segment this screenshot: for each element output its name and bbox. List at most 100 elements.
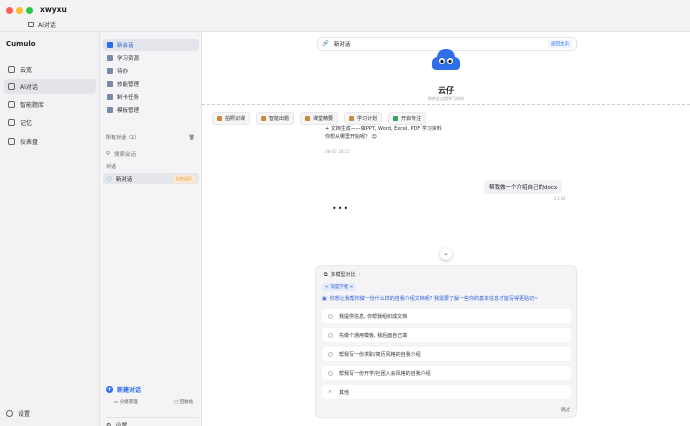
mid-nav-resources[interactable]: 学习资源	[103, 52, 199, 64]
notes-icon	[305, 116, 311, 121]
folder-icon	[8, 119, 15, 126]
close-icon: ×	[328, 389, 333, 395]
checklist-icon	[107, 68, 113, 74]
settings-label: 设置	[18, 411, 31, 418]
camera-icon	[217, 116, 222, 121]
mid-settings-button[interactable]: ⚙ 设置	[106, 417, 198, 426]
bot-name: 云仔	[438, 86, 454, 95]
brand-name: Cumulo	[6, 40, 36, 48]
card-header[interactable]: ⧉ 多模型对比 ›	[324, 271, 361, 279]
quick-actions: 拍照识课 智能出题 课堂精要 学习计划 开启专注	[212, 112, 427, 125]
radio-icon	[328, 351, 333, 357]
bot-message-time: 08-02 18:21	[325, 149, 350, 154]
close-window-button[interactable]	[6, 7, 13, 14]
sidebar-item-label: 云宽	[20, 67, 33, 74]
mid-nav-label: 模板管理	[117, 108, 140, 114]
dashboard-icon	[8, 138, 15, 145]
radio-icon	[328, 313, 333, 319]
trash-button[interactable]: ▢ 回收站	[174, 399, 193, 405]
loading-icon: ◌	[107, 175, 112, 182]
window-tab-label: AI对话	[38, 22, 56, 29]
zoom-window-button[interactable]	[26, 7, 33, 14]
search-input[interactable]: ⚲ 搜索会话	[106, 149, 196, 159]
status-badge: 后台运行	[173, 174, 195, 183]
option-3[interactable]: 帮我写一份求职/简历风格的自我介绍	[322, 347, 571, 361]
title-bar: xwyxu AI对话	[0, 0, 690, 32]
graduation-cap-icon	[8, 101, 15, 108]
pencil-icon	[261, 116, 267, 121]
sidebar-item-ai-chat[interactable]: AI对话	[4, 79, 96, 94]
sidebar-item-dashboard[interactable]: 仪表盘	[4, 134, 96, 149]
search-placeholder: 搜索会话	[114, 152, 137, 158]
chat-icon	[8, 83, 15, 90]
bot-avatar	[431, 49, 461, 70]
app-name: xwyxu	[40, 5, 67, 14]
bot-message: + 文档生成——做PPT, Word, Excel, PDF 学习资料 你想从哪…	[325, 126, 442, 140]
mid-bottom-actions: ▭ 分组管理 ▢ 回收站	[114, 399, 193, 405]
mid-nav-label: 新会话	[117, 43, 134, 49]
search-icon: ⚲	[106, 151, 111, 157]
option-other[interactable]: × 其他	[322, 385, 571, 399]
card-icon	[107, 94, 113, 100]
chat-group-label: 对话	[106, 164, 117, 170]
calendar-icon	[349, 116, 355, 121]
option-2[interactable]: 先做个通用模板, 我后面自己填	[322, 328, 571, 342]
mid-nav-templates[interactable]: 模板管理	[103, 104, 199, 116]
chat-main: 🔗 新对话 返回主页 云仔 你的全过程学习伙伴 拍照识课 智能出题 课堂精要 学…	[202, 32, 690, 426]
question-card: ⧉ 多模型对比 › + 深度学者 × ▣ 你想让我帮你做一份什么样的自我介绍文档…	[315, 265, 577, 418]
minimize-window-button[interactable]	[16, 7, 23, 14]
trash-icon[interactable]: 🗑	[189, 135, 195, 141]
template-icon	[107, 107, 113, 113]
sidebar-item-question-bank[interactable]: 智能题库	[4, 97, 96, 112]
chevron-icon: ›	[358, 271, 361, 278]
mid-nav-label: 待办	[117, 69, 129, 75]
model-tag[interactable]: + 深度学者 ×	[322, 283, 357, 291]
skill-icon	[107, 81, 113, 87]
quick-action-plan[interactable]: 学习计划	[344, 112, 383, 125]
sidebar-item-label: 仪表盘	[20, 139, 39, 146]
skip-button[interactable]: 跳过	[561, 407, 570, 413]
cloud-icon	[8, 66, 15, 73]
chat-group-header: 对话	[106, 163, 195, 170]
option-4[interactable]: 帮我写一份开学/社团入会风格的自我介绍	[322, 366, 571, 380]
quick-action-focus[interactable]: 开启专注	[388, 112, 427, 125]
sidebar-item-label: 智能题库	[20, 102, 45, 109]
left-sidebar: Cumulo 云宽 AI对话 智能题库 记忆 仪表盘 设置	[0, 32, 100, 426]
tree-icon	[393, 116, 399, 121]
chat-list-item[interactable]: ◌ 新对话 后台运行	[103, 173, 199, 184]
option-1[interactable]: 我提供信息, 你帮我组织成文档	[322, 309, 571, 323]
plus-icon: +	[106, 386, 113, 393]
quick-action-photo[interactable]: 拍照识课	[212, 112, 251, 125]
mid-nav-label: 学习资源	[117, 56, 140, 62]
new-chat-button[interactable]: + 新建对话	[106, 385, 141, 394]
user-message: 帮我做一个介绍自己的docx	[484, 180, 563, 194]
group-manage-button[interactable]: ▭ 分组管理	[114, 399, 138, 405]
gear-icon: ⚙	[106, 422, 112, 426]
mid-nav-skills[interactable]: 技能管理	[103, 78, 199, 90]
chevron-down-icon[interactable]: ⌄	[440, 248, 452, 260]
card-question: ▣ 你想让我帮你做一份什么样的自我介绍文档呢? 我需要了解一些你的基本信息才能写…	[322, 295, 539, 303]
typing-indicator: •••	[332, 204, 350, 213]
sidebar-item-cloud[interactable]: 云宽	[4, 62, 96, 77]
radio-icon	[328, 370, 333, 376]
quick-action-notes[interactable]: 课堂精要	[300, 112, 339, 125]
book-icon	[107, 55, 113, 61]
chat-title: 新对话	[115, 176, 133, 183]
sidebar-item-memory[interactable]: 记忆	[4, 115, 96, 130]
mid-nav-label: 技能管理	[117, 82, 140, 88]
mid-nav-new-chat[interactable]: 新会话	[103, 39, 199, 51]
mid-nav-todo[interactable]: 待办	[103, 65, 199, 77]
gear-icon	[6, 410, 13, 417]
question-icon: ▣	[322, 295, 327, 302]
new-chat-label: 新建对话	[117, 387, 142, 394]
card-header-label: 多模型对比	[330, 272, 356, 278]
back-home-button[interactable]: 返回主页	[548, 40, 572, 48]
user-message-time: 23:44	[554, 196, 566, 201]
mid-nav-label: 制卡任务	[117, 95, 140, 101]
quick-action-quiz[interactable]: 智能出题	[256, 112, 295, 125]
chat-title: 新对话	[333, 42, 351, 48]
window-tab[interactable]: AI对话	[28, 20, 56, 29]
conversation-sidebar: 新会话 学习资源 待办 技能管理 制卡任务 模板管理 所有对话（1） 🗑 ⚲ 搜…	[100, 32, 202, 426]
settings-button[interactable]: 设置	[6, 409, 30, 418]
mid-nav-card-tasks[interactable]: 制卡任务	[103, 91, 199, 103]
